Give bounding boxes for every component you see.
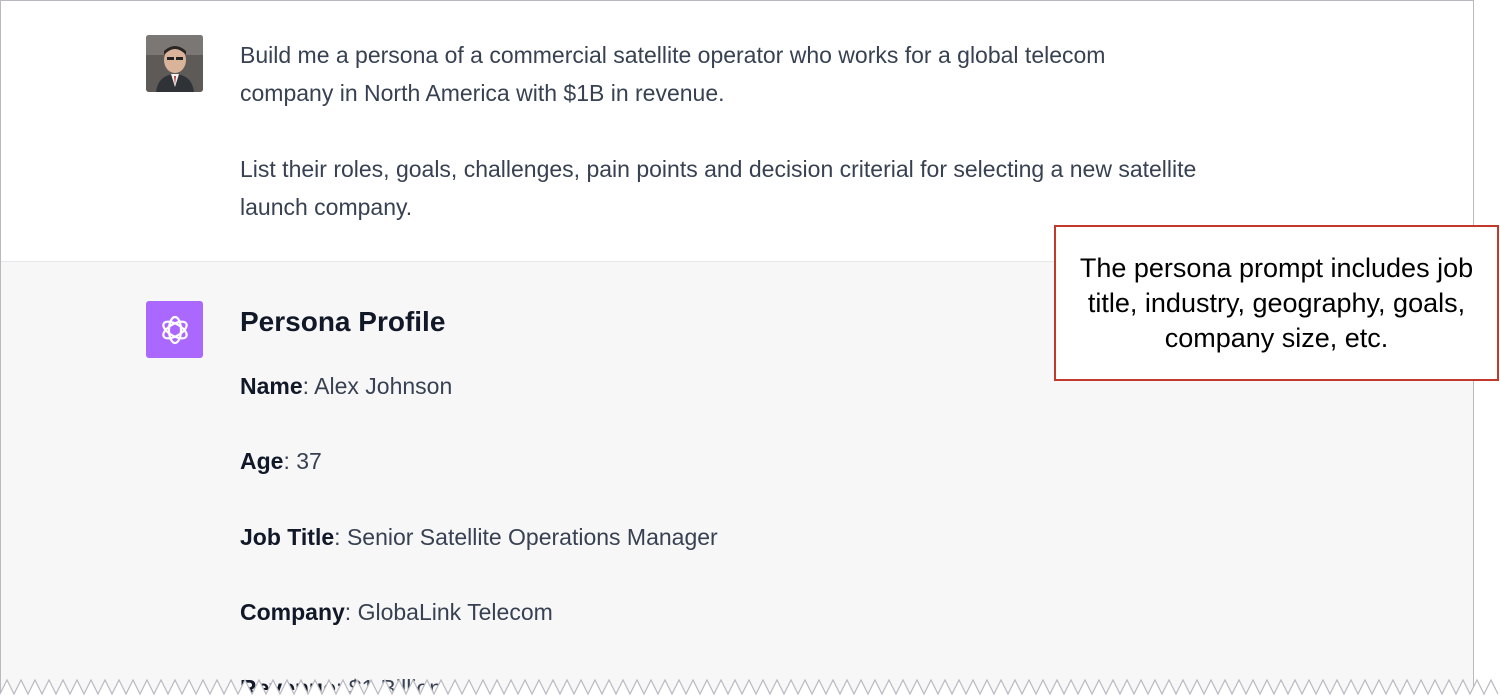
persona-field-job-title: Job Title: Senior Satellite Operations M… [240,524,718,551]
persona-profile-heading: Persona Profile [240,306,446,337]
user-message-block: Build me a persona of a commercial satel… [1,1,1473,262]
field-separator: : [334,524,347,550]
persona-field-age: Age: 37 [240,448,322,475]
field-value: Alex Johnson [314,373,453,399]
field-value: GlobaLink Telecom [357,599,553,625]
user-prompt-paragraph-1: Build me a persona of a commercial satel… [240,36,1200,112]
user-avatar-photo [146,35,203,92]
field-value: Senior Satellite Operations Manager [346,524,718,550]
openai-logo-icon [161,315,188,344]
field-separator: : [283,448,297,474]
field-label: Job Title [240,524,335,550]
field-label: Company [240,599,345,625]
field-label: Name [240,373,303,399]
field-value: 37 [296,448,322,474]
user-prompt-text-2: List their roles, goals, challenges, pai… [240,156,1197,220]
user-avatar [146,35,203,92]
annotation-callout: The persona prompt includes job title, i… [1054,225,1499,381]
field-label: Age [240,448,284,474]
annotation-callout-text: The persona prompt includes job title, i… [1079,252,1474,353]
field-separator: : [302,373,315,399]
torn-edge-divider [0,678,1500,699]
user-prompt-paragraph-2: List their roles, goals, challenges, pai… [240,150,1200,226]
persona-field-company: Company: GlobaLink Telecom [240,599,553,626]
user-prompt-text-1: Build me a persona of a commercial satel… [240,42,1106,106]
assistant-avatar [146,301,203,358]
persona-field-name: Name: Alex Johnson [240,373,452,400]
field-separator: : [344,599,358,625]
